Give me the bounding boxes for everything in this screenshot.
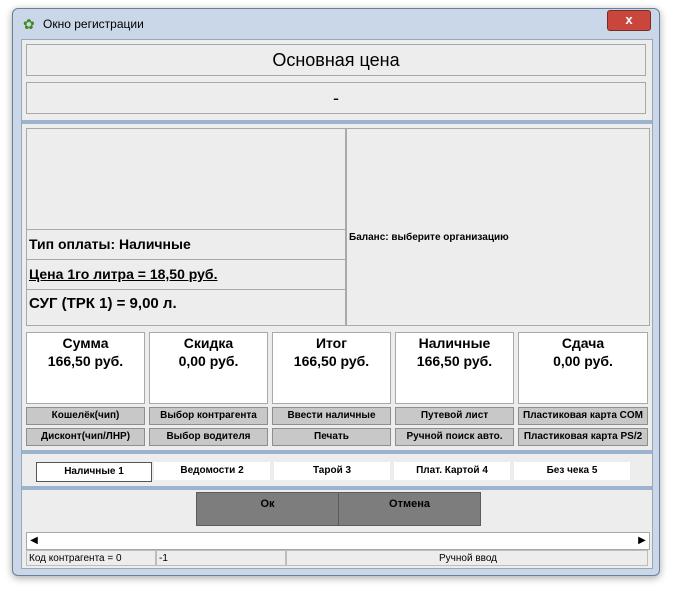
enter-cash-button[interactable]: Ввести наличные <box>272 407 391 425</box>
fuel-volume: СУГ (ТРК 1) = 9,00 л. <box>27 289 345 317</box>
sum-box-cash: Наличные 166,50 руб. <box>395 332 514 404</box>
horizontal-scrollbar[interactable]: ◀ ▶ <box>26 532 650 550</box>
sum-box-discount: Скидка 0,00 руб. <box>149 332 268 404</box>
cash-value: 166,50 руб. <box>416 353 493 369</box>
ok-button[interactable]: Ок <box>196 492 339 526</box>
payment-tabs: Наличные 1 Ведомости 2 Тарой 3 Плат. Кар… <box>26 460 648 482</box>
sum-box-total: Сумма 166,50 руб. <box>26 332 145 404</box>
status-bar: Код контрагента = 0 -1 Ручной ввод <box>26 550 648 566</box>
title-bar: ✿ Окно регистрации x <box>13 9 659 39</box>
price-dash: - <box>26 82 646 114</box>
discount-chip-button[interactable]: Дисконт(чип/ЛНР) <box>26 428 145 446</box>
price-title: Основная цена <box>26 44 646 76</box>
info-panel: Тип оплаты: Наличные Цена 1го литра = 18… <box>26 128 346 326</box>
close-button[interactable]: x <box>607 10 651 31</box>
tab-cash[interactable]: Наличные 1 <box>36 462 152 482</box>
change-value: 0,00 руб. <box>553 353 613 369</box>
waybill-button[interactable]: Путевой лист <box>395 407 514 425</box>
tab-card-payment[interactable]: Плат. Картой 4 <box>394 462 510 480</box>
sum-box-change: Сдача 0,00 руб. <box>518 332 648 404</box>
cash-title: Наличные <box>418 335 491 351</box>
balance-text: Баланс: выберите организацию <box>349 232 509 243</box>
scroll-right-icon[interactable]: ▶ <box>635 533 649 549</box>
separator <box>22 486 652 490</box>
cancel-button[interactable]: Отмена <box>338 492 481 526</box>
sum-box-result: Итог 166,50 руб. <box>272 332 391 404</box>
balance-panel: Баланс: выберите организацию <box>346 128 650 326</box>
sum-value: 166,50 руб. <box>47 353 124 369</box>
status-value: -1 <box>156 550 286 566</box>
select-contractor-button[interactable]: Выбор контрагента <box>149 407 268 425</box>
payment-type: Тип оплаты: Наличные <box>27 229 345 257</box>
plastic-card-ps2-button[interactable]: Пластиковая карта PS/2 <box>518 428 648 446</box>
tab-statements[interactable]: Ведомости 2 <box>154 462 270 480</box>
wallet-chip-button[interactable]: Кошелёк(чип) <box>26 407 145 425</box>
window-title: Окно регистрации <box>43 17 144 31</box>
discount-value: 0,00 руб. <box>178 353 239 369</box>
registration-window: ✿ Окно регистрации x Основная цена - Тип… <box>12 8 660 576</box>
plastic-card-com-button[interactable]: Пластиковая карта COM <box>518 407 648 425</box>
price-per-liter: Цена 1го литра = 18,50 руб. <box>27 259 345 287</box>
app-icon: ✿ <box>23 16 35 32</box>
status-mode: Ручной ввод <box>286 550 648 566</box>
manual-auto-search-button[interactable]: Ручной поиск авто. <box>395 428 514 446</box>
tab-no-receipt[interactable]: Без чека 5 <box>514 462 630 480</box>
status-contractor: Код контрагента = 0 <box>26 550 156 566</box>
discount-title: Скидка <box>183 335 234 351</box>
scroll-left-icon[interactable]: ◀ <box>27 533 41 549</box>
client-area: Основная цена - Тип оплаты: Наличные Цен… <box>21 39 653 569</box>
separator <box>22 450 652 454</box>
result-value: 166,50 руб. <box>293 353 370 369</box>
select-driver-button[interactable]: Выбор водителя <box>149 428 268 446</box>
print-button[interactable]: Печать <box>272 428 391 446</box>
result-title: Итог <box>315 335 348 351</box>
tab-container[interactable]: Тарой 3 <box>274 462 390 480</box>
separator <box>22 120 652 124</box>
sum-title: Сумма <box>62 335 109 351</box>
change-title: Сдача <box>561 335 605 351</box>
